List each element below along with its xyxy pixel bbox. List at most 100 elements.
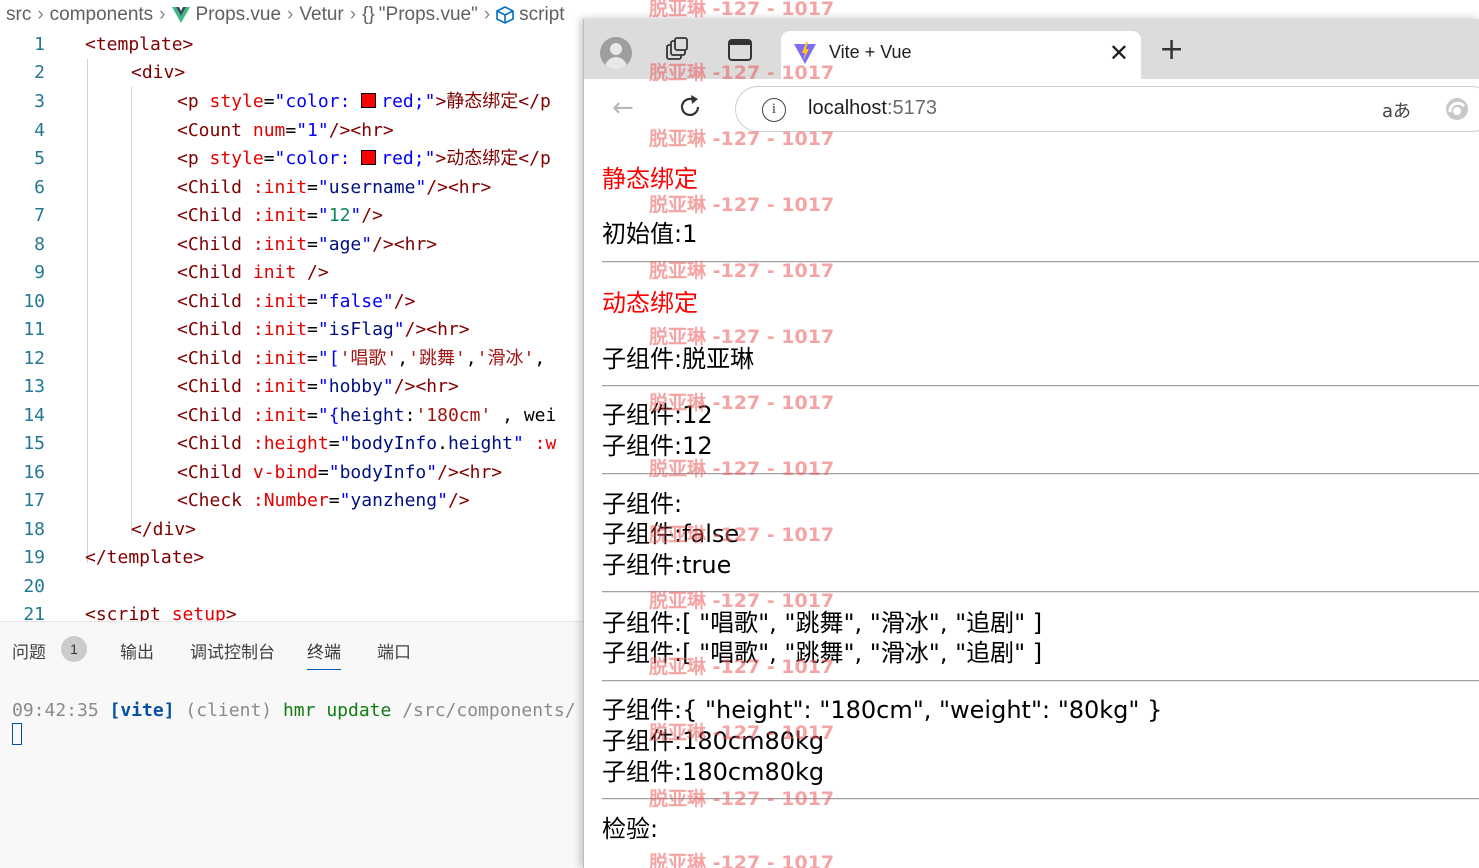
color-swatch-icon[interactable] xyxy=(361,150,377,165)
chevron-right-icon: › xyxy=(287,4,294,25)
code-token: <Check xyxy=(177,490,253,511)
code-token: " xyxy=(512,433,524,454)
code-token: " xyxy=(317,291,329,312)
terminal-cursor[interactable] xyxy=(12,723,22,745)
code-token: '滑冰' xyxy=(476,348,535,369)
line-number: 2 xyxy=(34,62,45,83)
child-array-a: 子组件:[ "唱歌", "跳舞", "滑冰", "追剧" ] xyxy=(602,609,1043,637)
code-line: 19 </template> xyxy=(0,544,600,572)
code-token: " xyxy=(415,177,427,198)
code-token: = xyxy=(307,177,318,198)
line-number: 6 xyxy=(34,177,45,198)
tab-problems[interactable]: 问题 xyxy=(12,638,46,663)
code-token: /><hr> xyxy=(426,177,492,198)
bottom-panel: 问题 1 输出 调试控制台 终端 端口 09:42:35 [vite] (cli… xyxy=(0,621,600,868)
reload-icon[interactable] xyxy=(676,93,704,121)
translate-icon[interactable]: aあ xyxy=(1382,97,1411,123)
child-username: 子组件:脱亚琳 xyxy=(602,345,755,373)
browser-tab[interactable]: Vite + Vue ✕ xyxy=(781,31,1141,79)
color-swatch-icon[interactable] xyxy=(361,93,377,108)
code-token: age xyxy=(328,234,362,255)
url-host: localhost xyxy=(808,97,887,119)
tab-ports[interactable]: 端口 xyxy=(377,638,411,663)
code-token: isFlag xyxy=(328,319,394,340)
code-line: 1 <template> xyxy=(0,31,600,59)
code-token: " xyxy=(317,177,329,198)
line-number: 13 xyxy=(23,376,45,397)
code-token: " xyxy=(350,205,362,226)
code-line: 8 <Child :init="age"/><hr> xyxy=(0,231,600,259)
line-number: 8 xyxy=(34,234,45,255)
child-body-b: 子组件:180cm80kg xyxy=(602,758,825,786)
vertical-tabs-icon[interactable] xyxy=(727,37,753,63)
breadcrumb-components[interactable]: components xyxy=(50,4,154,26)
vue-icon xyxy=(171,7,190,23)
code-token: :init xyxy=(252,319,308,340)
breadcrumb-vetur[interactable]: Vetur xyxy=(299,4,343,26)
code-token: /><hr> xyxy=(393,376,459,397)
code-token: 12 xyxy=(328,205,351,226)
child-12-b: 子组件:12 xyxy=(602,432,713,460)
code-editor[interactable]: 1 <template> 2 <div> 3 <p style="color: red… xyxy=(0,31,600,621)
code-token: '180cm' xyxy=(415,405,492,426)
line-number: 14 xyxy=(23,405,45,426)
code-token: , xyxy=(534,348,546,369)
tab-output[interactable]: 输出 xyxy=(120,638,154,663)
divider xyxy=(602,473,1479,475)
chevron-right-icon: › xyxy=(37,4,44,25)
code-token: = xyxy=(307,234,318,255)
code-token: /> xyxy=(296,262,329,283)
static-heading: 静态绑定 xyxy=(602,165,698,193)
dynamic-heading: 动态绑定 xyxy=(602,289,698,317)
code-token: <Child xyxy=(177,177,253,198)
edge-extension-icon[interactable] xyxy=(1443,95,1471,123)
code-token: " xyxy=(317,205,329,226)
code-token: /><hr> xyxy=(328,120,394,141)
line-number: 21 xyxy=(23,604,45,621)
code-line: 3 <p style="color: red;">静态绑定</p xyxy=(0,88,600,116)
divider xyxy=(602,591,1479,593)
breadcrumb-module[interactable]: "Props.vue" xyxy=(379,4,478,26)
breadcrumb-src[interactable]: src xyxy=(6,4,31,26)
new-tab-icon[interactable]: + xyxy=(1159,35,1184,65)
code-token: = xyxy=(317,462,329,483)
line-number: 17 xyxy=(23,490,45,511)
code-token: /> xyxy=(393,291,416,312)
line-number: 3 xyxy=(34,91,45,112)
code-token: = xyxy=(307,205,318,226)
code-token: <Child xyxy=(177,462,253,483)
code-token: = xyxy=(307,291,318,312)
info-icon[interactable]: i xyxy=(762,98,786,122)
code-token: "1" xyxy=(296,120,329,141)
code-token: : xyxy=(404,405,416,426)
profile-avatar-icon[interactable] xyxy=(600,37,632,69)
line-number: 20 xyxy=(23,576,45,597)
code-token: <template> xyxy=(85,34,194,55)
workspaces-icon[interactable] xyxy=(664,37,690,63)
code-token: <Count xyxy=(177,120,253,141)
code-token: "color: xyxy=(274,148,362,169)
code-token: = xyxy=(328,433,340,454)
code-token: , wei xyxy=(491,405,557,426)
code-token: '唱歌' xyxy=(339,348,398,369)
code-token: v-bind xyxy=(252,462,318,483)
line-number: 10 xyxy=(23,291,45,312)
code-token: username xyxy=(328,177,416,198)
back-arrow-icon[interactable]: ← xyxy=(612,93,634,123)
breadcrumb-script[interactable]: script xyxy=(519,4,564,26)
vite-logo-icon xyxy=(794,42,816,64)
code-line: 4 <Count num="1"/><hr> xyxy=(0,117,600,145)
child-object: 子组件:{ "height": "180cm", "weight": "80kg… xyxy=(602,696,1163,724)
address-bar[interactable]: i localhost:5173 aあ xyxy=(735,86,1479,132)
code-token: bodyInfo xyxy=(350,433,438,454)
tab-debug-console[interactable]: 调试控制台 xyxy=(190,638,275,663)
code-line: 21 <script setup> xyxy=(0,601,600,621)
line-number: 1 xyxy=(34,34,45,55)
code-token: " xyxy=(317,319,329,340)
code-token: red;" xyxy=(381,148,436,169)
url-text[interactable]: localhost:5173 xyxy=(808,97,937,120)
close-icon[interactable]: ✕ xyxy=(1109,39,1129,67)
code-line: 13 <Child :init="hobby"/><hr> xyxy=(0,373,600,401)
tab-terminal[interactable]: 终端 xyxy=(307,638,341,670)
breadcrumb-file[interactable]: Props.vue xyxy=(196,4,282,26)
